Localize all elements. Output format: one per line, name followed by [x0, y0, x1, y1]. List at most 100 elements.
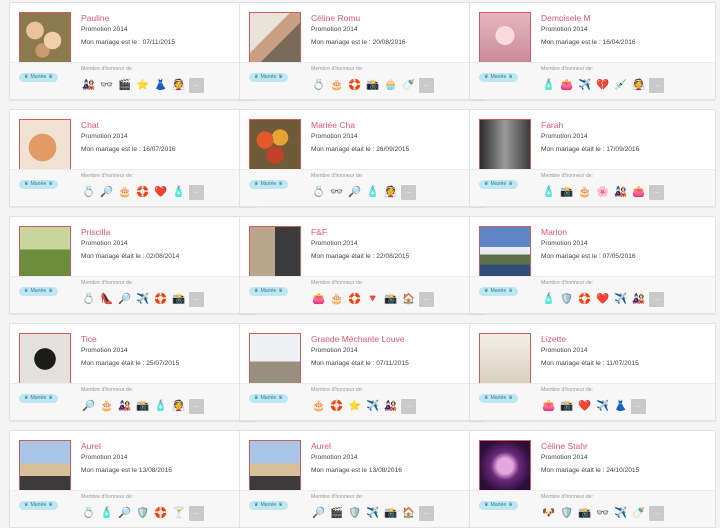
honor-badge-icon[interactable]: ❤️: [153, 185, 168, 200]
honor-badge-icon[interactable]: 🔎: [99, 185, 114, 200]
profile-name-link[interactable]: Aurel: [311, 441, 331, 451]
honor-badge-icon[interactable]: ✈️: [365, 399, 380, 414]
profile-card[interactable]: Farah Promotion 2014 Mon mariage était l…: [469, 109, 716, 207]
honor-badge-icon[interactable]: 🎂: [117, 185, 132, 200]
profile-card[interactable]: F&F Promotion 2014 Mon mariage était le …: [239, 216, 486, 314]
honor-badge-icon[interactable]: 👰: [171, 399, 186, 414]
profile-card[interactable]: Demoisele M Promotion 2014 Mon mariage e…: [469, 2, 716, 100]
profile-photo[interactable]: [19, 12, 71, 64]
honor-badge-icon[interactable]: 📸: [383, 506, 398, 521]
honor-badge-icon[interactable]: 💍: [311, 78, 326, 93]
profile-photo[interactable]: [479, 440, 531, 492]
honor-badge-icon[interactable]: 🧴: [541, 78, 556, 93]
profile-photo[interactable]: [19, 333, 71, 385]
profile-photo[interactable]: [479, 226, 531, 278]
profile-photo[interactable]: [19, 226, 71, 278]
honor-badge-icon[interactable]: ❤️: [595, 292, 610, 307]
honor-badge-icon[interactable]: 🧴: [153, 399, 168, 414]
profile-photo[interactable]: [249, 226, 301, 278]
honor-badge-icon[interactable]: 🎎: [117, 399, 132, 414]
honor-badge-icon[interactable]: 🍼: [401, 78, 416, 93]
honor-badge-icon[interactable]: 🛟: [135, 185, 150, 200]
honor-badge-icon[interactable]: 🛟: [153, 292, 168, 307]
profile-card[interactable]: Chat Promotion 2014 Mon mariage est le :…: [9, 109, 256, 207]
profile-name-link[interactable]: Grande Méchante Louve: [311, 334, 405, 344]
honor-badge-icon[interactable]: 📸: [383, 292, 398, 307]
profile-photo[interactable]: [479, 12, 531, 64]
honor-badge-icon[interactable]: 💔: [595, 78, 610, 93]
honor-badge-icon[interactable]: 🛡️: [135, 506, 150, 521]
profile-name-link[interactable]: Mariée Cha: [311, 120, 355, 130]
honor-badge-icon[interactable]: 👰: [631, 78, 646, 93]
honor-badge-icon[interactable]: 🧴: [99, 506, 114, 521]
honor-badge-icon[interactable]: 🛡️: [559, 506, 574, 521]
honor-badge-icon[interactable]: 🔎: [311, 506, 326, 521]
honor-badge-icon[interactable]: 🛟: [153, 506, 168, 521]
profile-name-link[interactable]: Chat: [81, 120, 99, 130]
honor-badge-icon[interactable]: 👓: [329, 185, 344, 200]
honor-badge-icon[interactable]: 💍: [81, 292, 96, 307]
honor-badge-icon[interactable]: 🧴: [365, 185, 380, 200]
more-badges-button[interactable]: ...: [189, 291, 204, 307]
honor-badge-icon[interactable]: 📸: [135, 399, 150, 414]
profile-card[interactable]: Céline Romu Promotion 2014 Mon mariage e…: [239, 2, 486, 100]
honor-badge-icon[interactable]: 🛟: [329, 399, 344, 414]
honor-badge-icon[interactable]: ✈️: [595, 399, 610, 414]
honor-badge-icon[interactable]: ✈️: [577, 78, 592, 93]
more-badges-button[interactable]: ...: [419, 291, 434, 307]
honor-badge-icon[interactable]: 👛: [541, 399, 556, 414]
honor-badge-icon[interactable]: 📸: [559, 399, 574, 414]
profile-name-link[interactable]: Aurel: [81, 441, 101, 451]
profile-name-link[interactable]: Lizette: [541, 334, 566, 344]
honor-badge-icon[interactable]: 🎎: [613, 185, 628, 200]
profile-card[interactable]: Aurel Promotion 2014 Mon mariage est le …: [9, 430, 256, 528]
profile-photo[interactable]: [249, 440, 301, 492]
honor-badge-icon[interactable]: 🛟: [347, 78, 362, 93]
profile-photo[interactable]: [19, 440, 71, 492]
honor-badge-icon[interactable]: 🎎: [631, 292, 646, 307]
honor-badge-icon[interactable]: 🍸: [171, 506, 186, 521]
profile-name-link[interactable]: Marion: [541, 227, 567, 237]
profile-name-link[interactable]: Tice: [81, 334, 97, 344]
honor-badge-icon[interactable]: 👓: [99, 78, 114, 93]
more-badges-button[interactable]: ...: [419, 77, 434, 93]
profile-photo[interactable]: [249, 333, 301, 385]
more-badges-button[interactable]: ...: [401, 398, 416, 414]
more-badges-button[interactable]: ...: [189, 184, 204, 200]
honor-badge-icon[interactable]: 👛: [311, 292, 326, 307]
profile-photo[interactable]: [249, 119, 301, 171]
honor-badge-icon[interactable]: 🛟: [347, 292, 362, 307]
honor-badge-icon[interactable]: 🏠: [401, 506, 416, 521]
more-badges-button[interactable]: ...: [189, 398, 204, 414]
honor-badge-icon[interactable]: 🏠: [401, 292, 416, 307]
profile-photo[interactable]: [249, 12, 301, 64]
profile-photo[interactable]: [479, 119, 531, 171]
honor-badge-icon[interactable]: 👗: [613, 399, 628, 414]
profile-card[interactable]: Céline Stahr Promotion 2014 Mon mariage …: [469, 430, 716, 528]
more-badges-button[interactable]: ...: [631, 398, 646, 414]
honor-badge-icon[interactable]: 👰: [383, 185, 398, 200]
honor-badge-icon[interactable]: 🔎: [117, 506, 132, 521]
honor-badge-icon[interactable]: 🧴: [541, 292, 556, 307]
more-badges-button[interactable]: ...: [649, 184, 664, 200]
honor-badge-icon[interactable]: ⭐: [135, 78, 150, 93]
honor-badge-icon[interactable]: 🧁: [383, 78, 398, 93]
more-badges-button[interactable]: ...: [649, 505, 664, 521]
honor-badge-icon[interactable]: 👠: [99, 292, 114, 307]
honor-badge-icon[interactable]: 👛: [559, 78, 574, 93]
honor-badge-icon[interactable]: 🌸: [595, 185, 610, 200]
honor-badge-icon[interactable]: 👛: [631, 185, 646, 200]
honor-badge-icon[interactable]: 🧴: [171, 185, 186, 200]
honor-badge-icon[interactable]: 🐶: [541, 506, 556, 521]
profile-card[interactable]: Pauline Promotion 2014 Mon mariage est l…: [9, 2, 256, 100]
honor-badge-icon[interactable]: 🎂: [99, 399, 114, 414]
profile-name-link[interactable]: Farah: [541, 120, 563, 130]
profile-name-link[interactable]: Céline Stahr: [541, 441, 588, 451]
honor-badge-icon[interactable]: 🔎: [81, 399, 96, 414]
profile-card[interactable]: Marion Promotion 2014 Mon mariage est le…: [469, 216, 716, 314]
honor-badge-icon[interactable]: ✈️: [613, 506, 628, 521]
profile-photo[interactable]: [19, 119, 71, 171]
honor-badge-icon[interactable]: 🛡️: [559, 292, 574, 307]
honor-badge-icon[interactable]: ✈️: [613, 292, 628, 307]
more-badges-button[interactable]: ...: [189, 505, 204, 521]
